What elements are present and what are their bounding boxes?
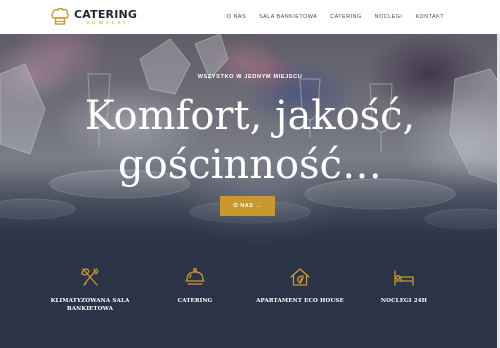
site-header: CATERING SUWAŁKI O NAS SALA BANKIETOWA C… — [0, 0, 500, 34]
chef-hat-logo-icon — [51, 7, 69, 25]
hero-subtitle: WSZYSTKO W JEDNYM MIEJSCU — [197, 74, 303, 80]
logo[interactable]: CATERING SUWAŁKI — [51, 7, 137, 27]
feature-label-line-1: KLIMATYZOWANA SALA — [50, 298, 130, 304]
page: CATERING SUWAŁKI O NAS SALA BANKIETOWA C… — [0, 0, 500, 348]
feature-label-line-2: BANKIETOWA — [66, 306, 114, 312]
nav-item-noclegi[interactable]: NOCLEGI — [375, 14, 403, 20]
feature-banquet-hall[interactable]: KLIMATYZOWANA SALA BANKIETOWA — [35, 266, 145, 313]
nav-item-o-nas[interactable]: O NAS — [227, 14, 246, 20]
feature-label: CATERING — [177, 298, 213, 304]
cloche-icon — [185, 268, 205, 285]
feature-eco-house[interactable]: APARTAMENT ECO HOUSE — [245, 266, 355, 305]
logo-subtitle: SUWAŁKI — [86, 19, 129, 25]
nav-item-sala-bankietowa[interactable]: SALA BANKIETOWA — [259, 14, 317, 20]
feature-label: NOCLEGI 24H — [380, 298, 428, 304]
feature-accommodation[interactable]: NOCLEGI 24H — [349, 266, 459, 305]
hero-title-line-1: Komfort, jakość, — [84, 93, 416, 139]
nav-item-kontakt[interactable]: KONTAKT — [415, 14, 444, 20]
hero-title-line-2: gościnność… — [118, 142, 382, 188]
logo-title: CATERING — [74, 7, 138, 21]
feature-label: APARTAMENT ECO HOUSE — [256, 298, 344, 304]
nav-item-catering[interactable]: CATERING — [330, 14, 361, 20]
features-section: KLIMATYZOWANA SALA BANKIETOWA CATERING A… — [0, 260, 500, 348]
eco-house-icon — [290, 268, 310, 286]
hero-title: Komfort, jakość, gościnność… — [0, 92, 500, 190]
bed-icon — [394, 270, 414, 286]
about-us-button[interactable]: O NAS → — [220, 196, 275, 216]
hero-section: WSZYSTKO W JEDNYM MIEJSCU Komfort, jakoś… — [0, 34, 500, 260]
main-nav: O NAS SALA BANKIETOWA CATERING NOCLEGI K… — [227, 14, 444, 20]
feature-catering[interactable]: CATERING — [140, 266, 250, 305]
cutlery-icon — [81, 268, 99, 286]
